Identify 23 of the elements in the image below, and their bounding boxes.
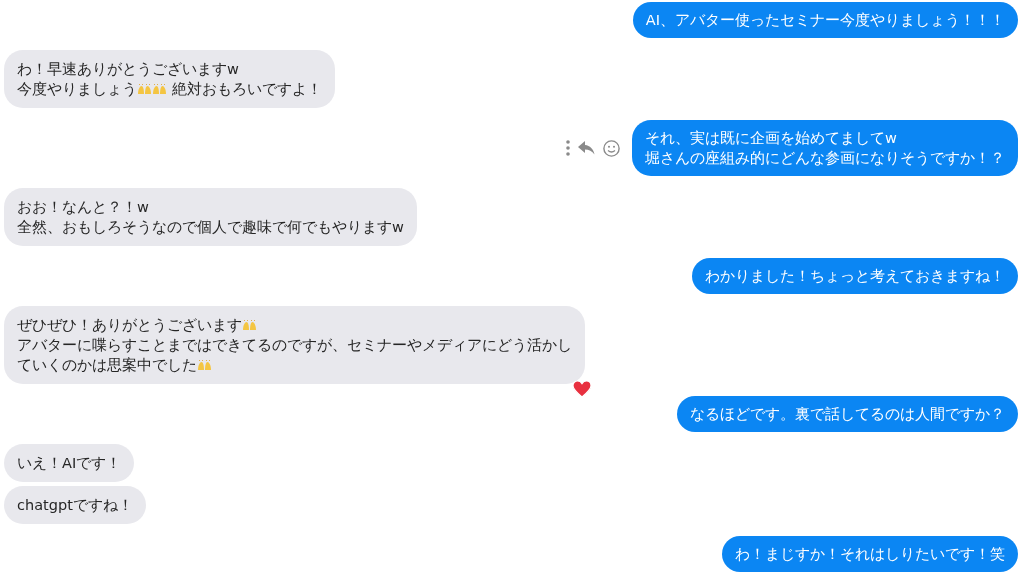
message-text: わ！早速ありがとうございますw — [17, 60, 239, 79]
message-text: わかりました！ちょっと考えておきますね！ — [705, 267, 1005, 286]
message-text: 堀さんの座組み的にどんな参画になりそうですか！？ — [645, 149, 1005, 168]
message-text: AI、アバター使ったセミナー今度やりましょう！！！ — [645, 11, 1005, 30]
reply-icon[interactable] — [578, 141, 595, 155]
message-text: 絶対おもろいですよ！ — [170, 80, 322, 99]
message-text: chatgptですね！ — [17, 496, 133, 515]
raised-hands-icon — [137, 83, 152, 95]
message-text: おお！なんと？！w — [17, 198, 149, 217]
smiley-icon[interactable] — [603, 139, 620, 157]
message-text: 今度やりましょう — [17, 80, 137, 99]
raised-hands-icon — [242, 319, 257, 331]
more-icon[interactable] — [566, 140, 570, 156]
message-text: わ！まじすか！それはしりたいです！笑 — [735, 545, 1005, 564]
raised-hands-icon — [197, 359, 212, 371]
message-text: いえ！AIです！ — [17, 454, 122, 473]
message-text: 全然、おもしろそうなので個人で趣味で何でもやりますw — [17, 218, 404, 237]
message-text: なるほどです。裏で話してるのは人間ですか？ — [690, 405, 1005, 424]
message-text: ていくのかは思案中でした — [17, 356, 197, 375]
message-text: それ、実は既に企画を始めてましてw — [645, 129, 897, 148]
raised-hands-icon — [152, 83, 167, 95]
message-text: ぜひぜひ！ありがとうございます — [17, 316, 242, 335]
message-text: アバターに喋らすことまではできてるのですが、セミナーやメディアにどう活かし — [17, 336, 572, 355]
